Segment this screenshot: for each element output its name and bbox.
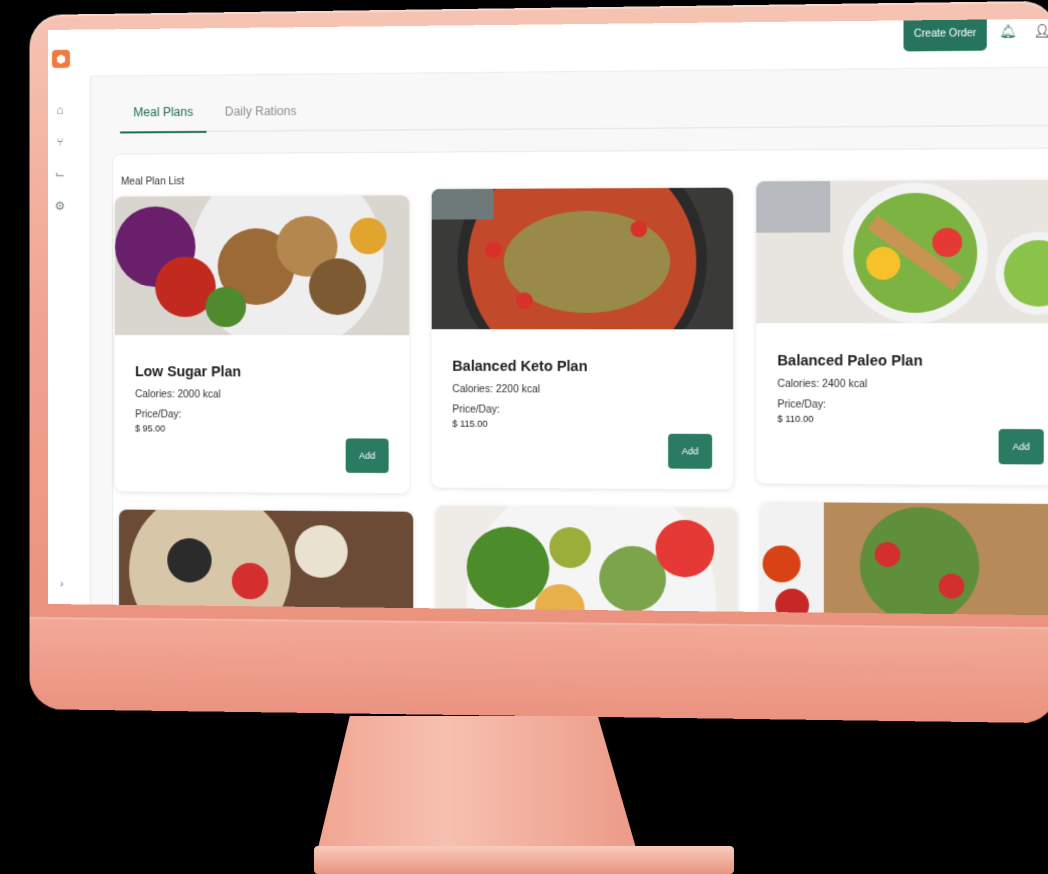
plan-card: Low Sugar Plan Calories: 2000 kcal Price…: [115, 195, 410, 494]
plan-name: Balanced Paleo Plan: [777, 351, 923, 369]
plan-price-label: Price/Day:: [777, 399, 827, 411]
app-screen: ⬢ ⌂ ⑂ ⌙ ⚙ › Create Order 🔔︎ 👤︎ Meal Plan…: [48, 18, 1048, 616]
plan-card: Balanced Paleo Plan Calories: 2400 kcal …: [756, 179, 1048, 486]
chart-icon[interactable]: ⌙: [52, 166, 68, 182]
monitor-chin: [29, 616, 1048, 724]
plan-name: Balanced Keto Plan: [452, 357, 588, 375]
plan-image: [760, 501, 1048, 616]
plan-price: $ 110.00: [777, 413, 814, 425]
plan-card: Balanced Keto Plan Calories: 2200 kcal P…: [431, 187, 734, 490]
plan-image: [756, 179, 1048, 324]
plan-calories: Calories: 2200 kcal: [452, 384, 541, 396]
plan-image: [431, 187, 734, 330]
plan-image: [119, 509, 414, 616]
plan-card: [760, 501, 1048, 616]
add-button[interactable]: Add: [668, 433, 713, 469]
monitor-base: [314, 846, 734, 874]
tab-meal-plans[interactable]: Meal Plans: [120, 104, 207, 134]
plan-price-label: Price/Day:: [452, 404, 500, 416]
plan-card: [119, 509, 414, 616]
panel-title: Meal Plan List: [121, 176, 185, 188]
sidebar: ⬢ ⌂ ⑂ ⌙ ⚙ ›: [48, 29, 91, 605]
bell-icon[interactable]: 🔔︎: [999, 23, 1017, 40]
tab-bar: Meal Plans Daily Rations: [120, 97, 1048, 134]
plan-image: [115, 195, 410, 336]
plan-calories: Calories: 2000 kcal: [135, 389, 221, 401]
plan-image: [435, 505, 738, 616]
plan-price: $ 95.00: [135, 423, 166, 434]
create-order-button[interactable]: Create Order: [903, 18, 987, 52]
meal-plan-panel: Meal Plan List Low Sugar Plan Calories: …: [112, 147, 1048, 616]
top-bar: Create Order 🔔︎ 👤︎: [89, 18, 1048, 77]
plan-name: Low Sugar Plan: [135, 363, 241, 380]
plan-card: [435, 505, 738, 616]
logo-icon[interactable]: ⬢: [51, 49, 70, 68]
home-icon[interactable]: ⌂: [52, 102, 68, 118]
tab-daily-rations[interactable]: Daily Rations: [225, 104, 327, 131]
plan-price-label: Price/Day:: [135, 409, 182, 421]
collapse-icon[interactable]: ›: [60, 578, 64, 590]
utensils-icon[interactable]: ⑂: [52, 134, 68, 150]
add-button[interactable]: Add: [998, 428, 1044, 465]
user-icon[interactable]: 👤︎: [1034, 23, 1048, 40]
add-button[interactable]: Add: [345, 438, 389, 474]
plan-price: $ 115.00: [452, 418, 488, 429]
settings-icon[interactable]: ⚙: [52, 198, 68, 214]
plan-calories: Calories: 2400 kcal: [777, 378, 868, 391]
monitor-stand: [318, 716, 636, 848]
